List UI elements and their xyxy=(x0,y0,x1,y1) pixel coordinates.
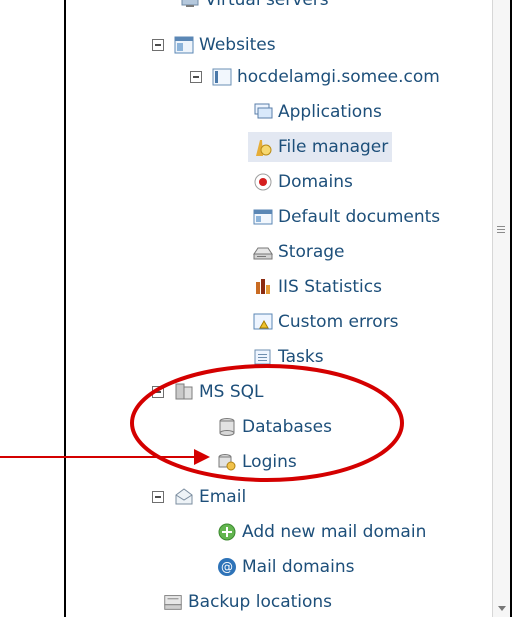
tree-item-websites[interactable]: Websites xyxy=(152,30,276,60)
tree-item-label: Default documents xyxy=(278,207,441,227)
tree-item-domains[interactable]: Domains xyxy=(252,167,353,197)
annotation-arrow-head-icon xyxy=(194,449,210,465)
tree-item-label: Storage xyxy=(278,242,345,262)
email-icon xyxy=(173,486,195,508)
collapse-toggle[interactable] xyxy=(152,39,164,51)
tree-item-applications[interactable]: Applications xyxy=(252,97,382,127)
vertical-scrollbar[interactable] xyxy=(492,0,510,617)
tree-item-label: Applications xyxy=(278,102,382,122)
collapse-toggle[interactable] xyxy=(152,386,164,398)
tree-item-label: Custom errors xyxy=(278,312,399,332)
tree-item-backup-locations[interactable]: Backup locations xyxy=(162,587,332,617)
tree-item-label: Mail domains xyxy=(242,557,355,577)
tree-item-custom-errors[interactable]: Custom errors xyxy=(252,307,399,337)
tree-item-site[interactable]: hocdelamgi.somee.com xyxy=(190,62,440,92)
tree-item-label: Databases xyxy=(242,417,332,437)
databases-icon xyxy=(216,416,238,438)
mail-domains-icon: @ xyxy=(216,556,238,578)
scrollbar-grip[interactable] xyxy=(497,226,505,233)
collapse-toggle[interactable] xyxy=(190,71,202,83)
domains-icon xyxy=(252,171,274,193)
tree-item-label: MS SQL xyxy=(199,382,264,402)
tree-item-storage[interactable]: Storage xyxy=(252,237,345,267)
custom-errors-icon xyxy=(252,311,274,333)
tree-item-mail-domains[interactable]: @ Mail domains xyxy=(216,552,354,582)
tree-item-label: Add new mail domain xyxy=(242,522,427,542)
tree-item-tasks[interactable]: Tasks xyxy=(252,342,324,372)
svg-text:@: @ xyxy=(221,560,233,574)
tree-item-label: File manager xyxy=(278,137,389,157)
ms-sql-icon xyxy=(173,381,195,403)
tree-item-file-manager[interactable]: File manager xyxy=(248,132,393,162)
tree-item-add-mail-domain[interactable]: Add new mail domain xyxy=(216,517,426,547)
tree-item-databases[interactable]: Databases xyxy=(216,412,332,442)
tree-item-default-documents[interactable]: Default documents xyxy=(252,202,440,232)
tree-item-label: Tasks xyxy=(278,347,324,367)
tree-item-label: Logins xyxy=(242,452,297,472)
tree-item-label: Virtual servers xyxy=(205,0,329,10)
annotation-arrow-line xyxy=(0,456,200,458)
default-documents-icon xyxy=(252,206,274,228)
site-icon xyxy=(211,66,233,88)
file-manager-icon xyxy=(252,136,274,158)
tree-item-logins[interactable]: Logins xyxy=(216,447,297,477)
tree-item-label: Email xyxy=(199,487,247,507)
tree-item-ms-sql[interactable]: MS SQL xyxy=(152,377,264,407)
collapse-toggle[interactable] xyxy=(152,491,164,503)
tree-item-label: Backup locations xyxy=(188,592,333,612)
tasks-icon xyxy=(252,346,274,368)
tree-item-label: Domains xyxy=(278,172,353,192)
tree-item-label: hocdelamgi.somee.com xyxy=(237,67,440,87)
tree-item-label: Websites xyxy=(199,35,276,55)
storage-icon xyxy=(252,241,274,263)
websites-icon xyxy=(173,34,195,56)
tree-item-label: IIS Statistics xyxy=(278,277,382,297)
tree-item-iis-statistics[interactable]: IIS Statistics xyxy=(252,272,382,302)
tree-item-virtual-servers[interactable]: Virtual servers xyxy=(179,0,329,15)
tree-item-email[interactable]: Email xyxy=(152,482,246,512)
logins-icon xyxy=(216,451,238,473)
navigation-tree-panel: Virtual servers Websites hocdelamgi.some… xyxy=(64,0,512,617)
virtual-servers-icon xyxy=(179,0,201,11)
iis-statistics-icon xyxy=(252,276,274,298)
backup-locations-icon xyxy=(162,591,184,613)
add-mail-domain-icon xyxy=(216,521,238,543)
scroll-down-arrow-icon[interactable] xyxy=(498,606,506,611)
applications-icon xyxy=(252,101,274,123)
